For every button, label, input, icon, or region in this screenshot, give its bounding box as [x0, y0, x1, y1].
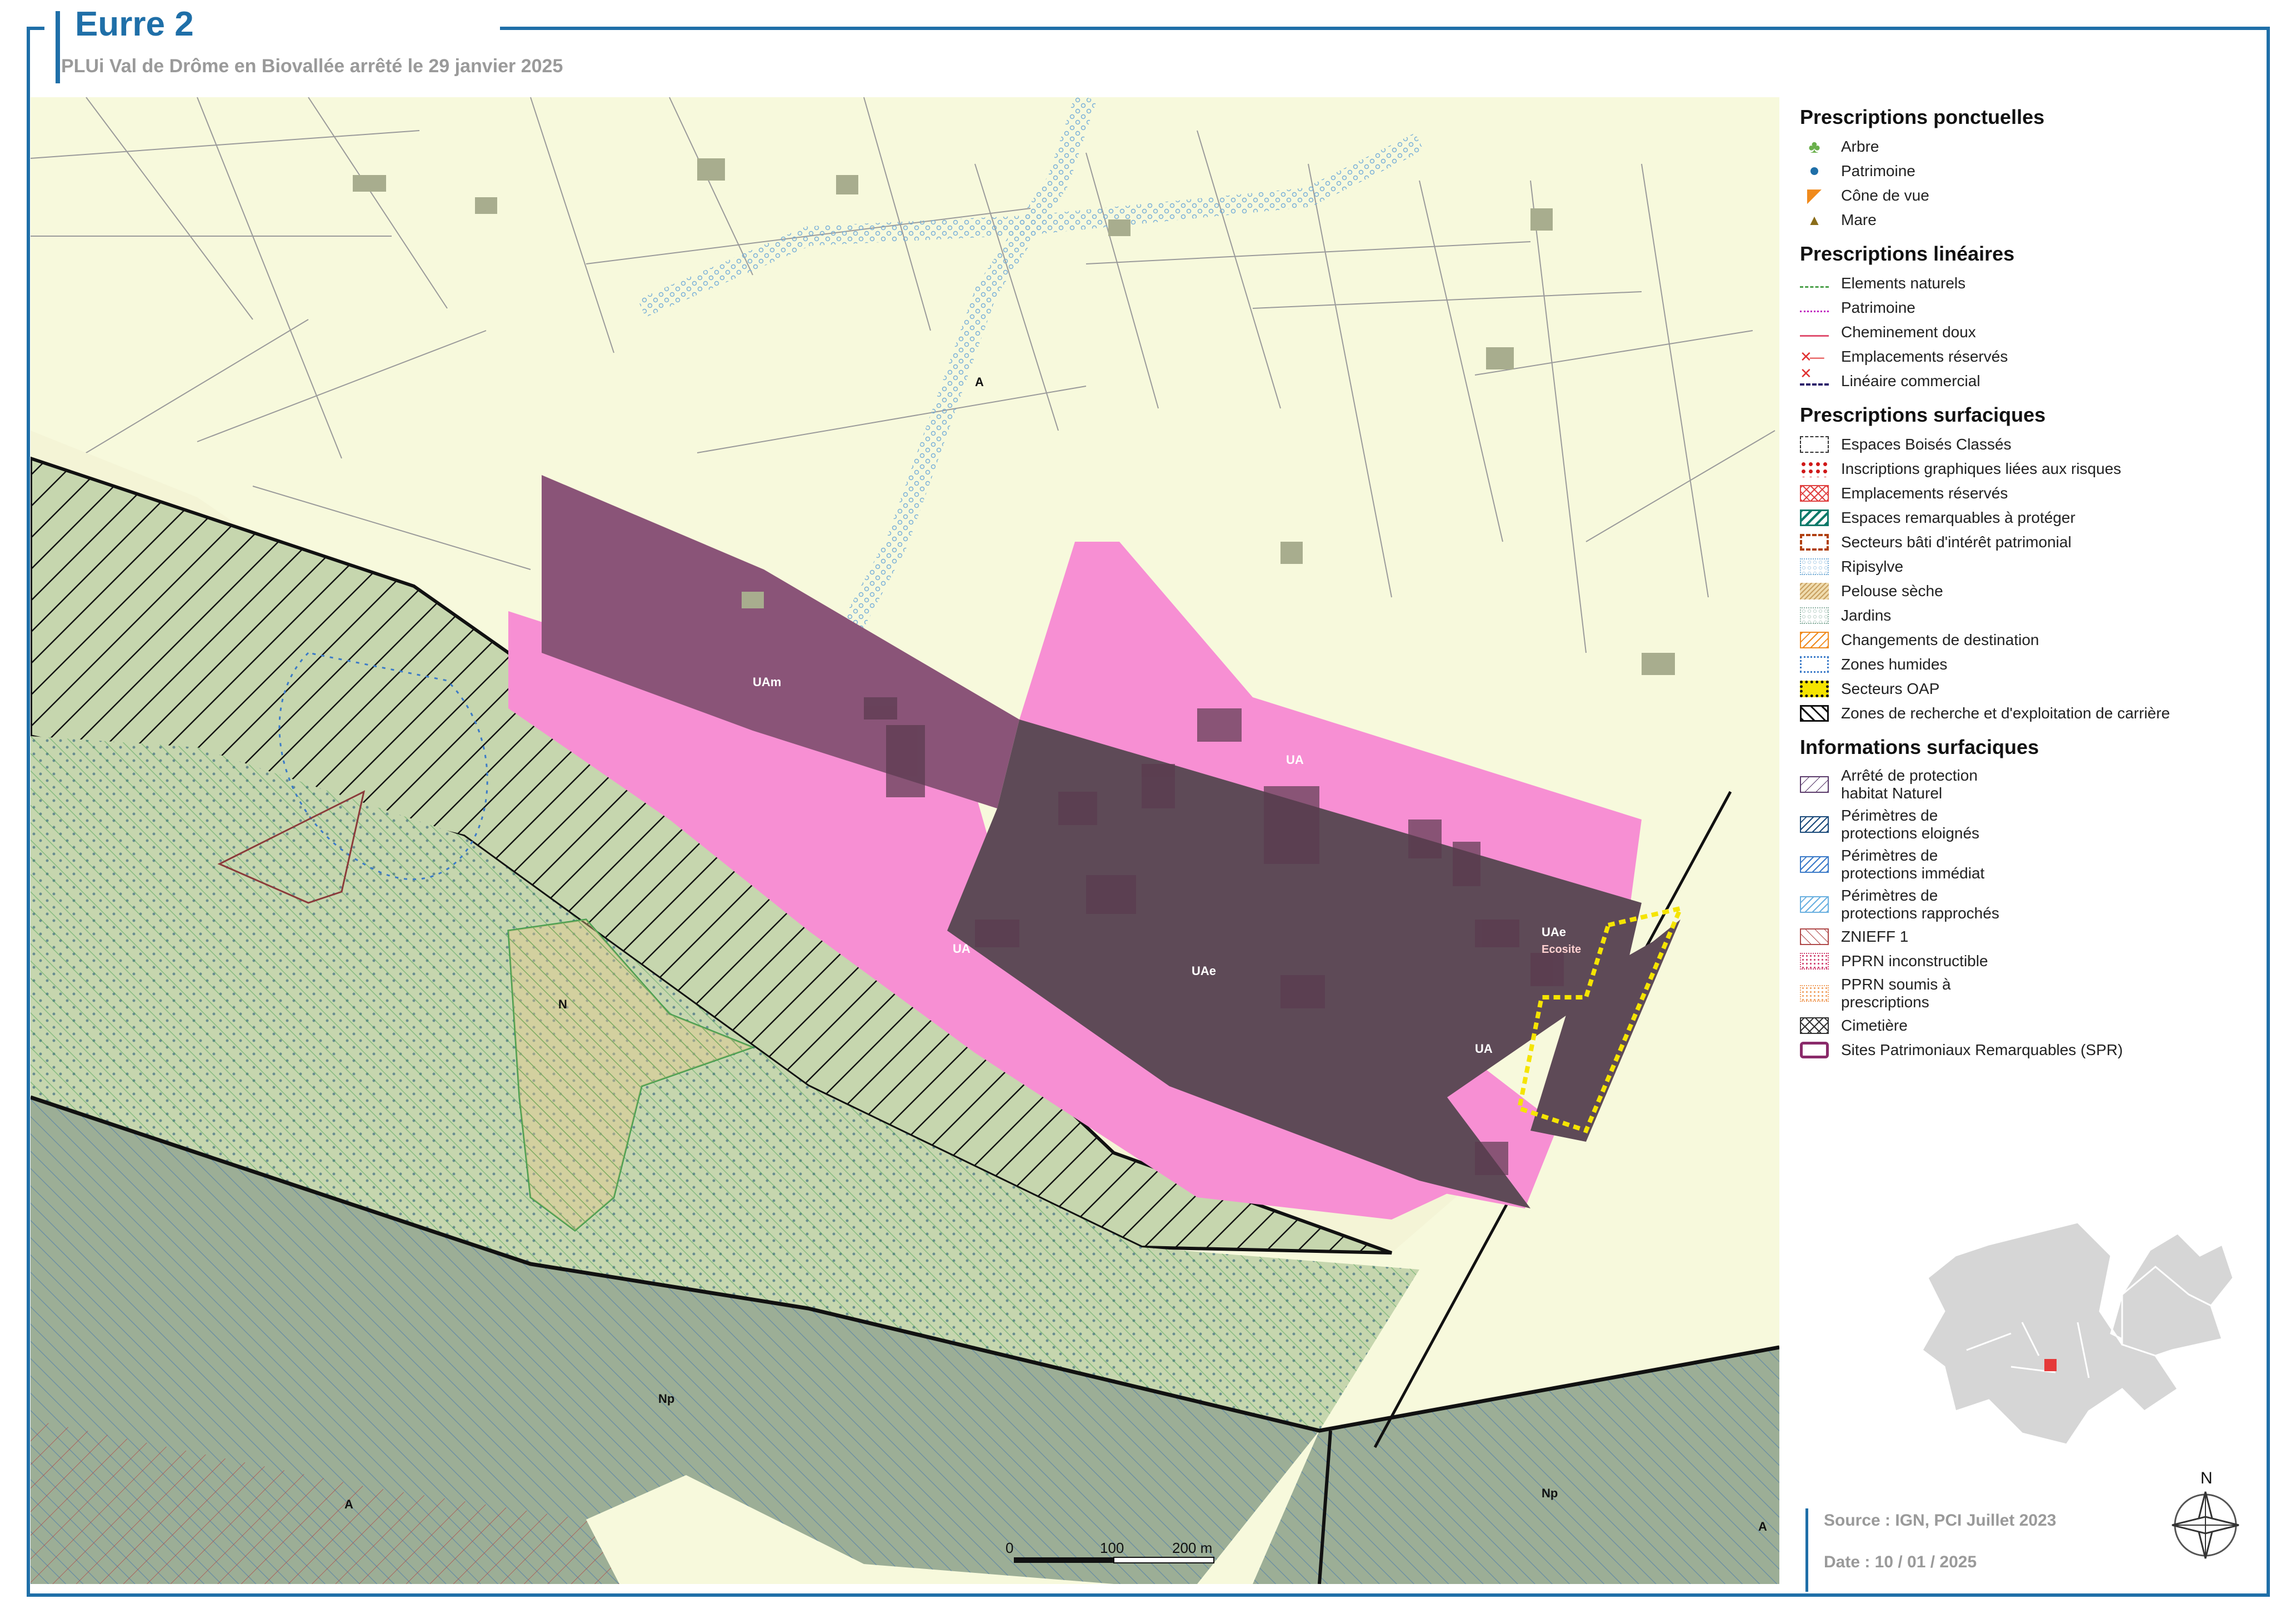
ebc-icon — [1800, 436, 1829, 453]
line-heritage-icon — [1800, 303, 1829, 312]
tree-icon: ♣ — [1808, 137, 1820, 157]
page-title: Eurre 2 — [75, 5, 194, 43]
oap-icon — [1800, 681, 1829, 697]
legend-item: PPRN inconstructible — [1800, 949, 2255, 973]
legend-item: Linéaire commercial — [1800, 369, 2255, 393]
zone-label: UAm — [753, 675, 781, 689]
zone-label: UA — [953, 942, 971, 956]
legend-heading: Prescriptions linéaires — [1800, 242, 2015, 265]
line-commercial-icon — [1800, 377, 1829, 386]
zone-label: A — [975, 375, 984, 389]
legend-group-surfaciques: Prescriptions surfaciques Espaces Boisés… — [1800, 403, 2255, 726]
pprn-inconstructible-icon — [1800, 953, 1829, 970]
north-label: N — [2200, 1469, 2213, 1487]
legend-item: Inscriptions graphiques liées aux risque… — [1800, 457, 2255, 481]
legend-heading: Informations surfaciques — [1800, 736, 2039, 758]
risk-icon — [1800, 461, 1829, 477]
legend-item: Patrimoine — [1800, 296, 2255, 320]
zone-label: UAe — [1192, 964, 1216, 978]
source-accent-bar — [1805, 1508, 1808, 1592]
legend-item: Arrêté de protection habitat Naturel — [1800, 764, 2255, 804]
legend-item: Secteurs bâti d'intérêt patrimonial — [1800, 530, 2255, 554]
znieff-icon — [1800, 928, 1829, 945]
legend-item: Périmètres de protections eloignés — [1800, 804, 2255, 845]
legend-item: Espaces Boisés Classés — [1800, 432, 2255, 457]
oap-label: Ecosite — [1542, 943, 1581, 956]
zone-label: N — [558, 997, 567, 1011]
immediate-protection-icon — [1800, 856, 1829, 873]
svg-text:200 m: 200 m — [1172, 1540, 1212, 1556]
zone-label: Np — [1542, 1486, 1558, 1500]
legend-item: ZNIEFF 1 — [1800, 925, 2255, 949]
legend-group-informations: Informations surfaciques Arrêté de prote… — [1800, 736, 2255, 1062]
remarkable-space-icon — [1800, 509, 1829, 526]
close-protection-icon — [1800, 896, 1829, 913]
legend-heading: Prescriptions surfaciques — [1800, 403, 2046, 426]
legend-item: Zones humides — [1800, 652, 2255, 677]
triangle-icon: ▲ — [1807, 212, 1822, 228]
legend-item: ▲ Mare — [1800, 208, 2255, 232]
zone-label: Np — [658, 1392, 674, 1406]
legend-item: Changements de destination — [1800, 628, 2255, 652]
zone-label: A — [344, 1497, 353, 1511]
legend-item: Cimetière — [1800, 1013, 2255, 1038]
dot-icon — [1800, 163, 1829, 179]
north-arrow: N — [2172, 1469, 2239, 1559]
legend-group-ponctuelles: Prescriptions ponctuelles ♣ Arbre Patrimo… — [1800, 106, 2255, 232]
svg-text:0: 0 — [1006, 1540, 1013, 1556]
legend-heading: Prescriptions ponctuelles — [1800, 106, 2045, 128]
zone-label: UAe — [1542, 925, 1566, 939]
legend-item: Zones de recherche et d'exploitation de … — [1800, 701, 2255, 726]
reserved-area-icon — [1800, 485, 1829, 502]
legend-item: Périmètres de protections rapprochés — [1800, 885, 2255, 925]
legend-item: ✕—✕ Emplacements réservés — [1800, 348, 2008, 382]
legend-item: Secteurs OAP — [1800, 677, 2255, 701]
pprn-prescriptions-icon — [1800, 985, 1829, 1002]
legend-item: Emplacements réservés — [1800, 481, 2255, 506]
line-natural-icon — [1800, 279, 1829, 288]
legend-group-lineaires: Prescriptions linéaires Elements naturel… — [1800, 242, 2255, 393]
legend-item: Elements naturels — [1800, 271, 2255, 296]
zone-label: UA — [1475, 1042, 1493, 1056]
line-path-icon — [1800, 328, 1829, 337]
zoning-map[interactable]: A UAm UA UA UAe UAe UA N Np Np A A Ecosi… — [31, 97, 1779, 1584]
legend-item: Ripisylve — [1800, 554, 2255, 579]
destination-change-icon — [1800, 632, 1829, 648]
habitat-icon — [1800, 776, 1829, 793]
heritage-building-icon — [1800, 534, 1829, 551]
legend-item: PPRN soumis à prescriptions — [1800, 973, 2255, 1013]
legend-item: Jardins — [1800, 603, 2255, 628]
cone-icon: ◤ — [1807, 185, 1822, 206]
line-reserved-icon: ✕—✕ — [1800, 348, 1824, 382]
map-legend: Prescriptions ponctuelles ♣ Arbre Patrimo… — [1800, 106, 2255, 1072]
legend-item: Patrimoine — [1800, 159, 2255, 183]
ripisylve-icon — [1800, 558, 1829, 575]
legend-item: Cheminement doux — [1800, 320, 2255, 344]
zone-label: A — [1758, 1520, 1767, 1533]
cemetery-icon — [1800, 1017, 1829, 1034]
legend-item: Sites Patrimoniaux Remarquables (SPR) — [1800, 1038, 2255, 1062]
svg-text:100: 100 — [1100, 1540, 1124, 1556]
garden-icon — [1800, 607, 1829, 624]
spr-icon — [1800, 1042, 1829, 1058]
source-text: Source : IGN, PCI Juillet 2023 — [1824, 1511, 2057, 1530]
wetland-icon — [1800, 656, 1829, 673]
title-accent-bar — [56, 11, 60, 83]
zone-label: UA — [1286, 753, 1304, 767]
dry-grassland-icon — [1800, 583, 1829, 599]
location-marker — [2044, 1359, 2057, 1371]
quarry-icon — [1800, 705, 1829, 722]
legend-item: Périmètres de protections immédiat — [1800, 845, 2255, 885]
legend-item: Espaces remarquables à protéger — [1800, 506, 2255, 530]
date-text: Date : 10 / 01 / 2025 — [1824, 1553, 1977, 1571]
legend-item: ♣ Arbre — [1800, 134, 2255, 159]
legend-item: ◤ Cône de vue — [1800, 183, 2255, 208]
legend-item: Pelouse sèche — [1800, 579, 2255, 603]
far-protection-icon — [1800, 816, 1829, 833]
page-subtitle: PLUi Val de Drôme en Biovallée arrêté le… — [61, 56, 563, 77]
